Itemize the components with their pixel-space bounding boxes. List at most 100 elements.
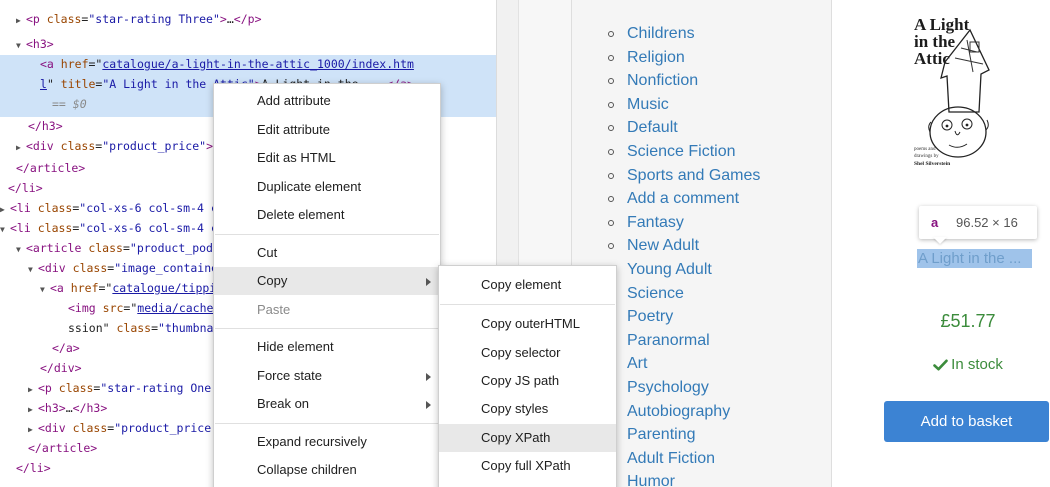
collapse-triangle-icon[interactable]: ▼ (0, 220, 10, 239)
submenu-item-copy-xpath[interactable]: Copy XPath (439, 423, 616, 452)
menu-item-cut[interactable]: Cut (214, 239, 440, 267)
menu-item-duplicate-element[interactable]: Duplicate element (214, 173, 440, 201)
submenu-item-copy-element[interactable]: Copy element (439, 271, 616, 299)
expand-triangle-icon[interactable]: ▶ (28, 380, 38, 399)
category-link-add-a-comment[interactable]: Add a comment (627, 189, 739, 209)
category-link-sports-and-games[interactable]: Sports and Games (627, 166, 760, 186)
list-bullet-icon (608, 78, 614, 85)
stock-status: In stock (918, 356, 1018, 373)
collapse-triangle-icon[interactable]: ▼ (16, 36, 26, 55)
category-link-adult-fiction[interactable]: Adult Fiction (627, 449, 715, 469)
code-token-attr: href (70, 281, 99, 295)
category-link-humor[interactable]: Humor (627, 472, 675, 487)
submenu-item-copy-outerhtml[interactable]: Copy outerHTML (439, 310, 616, 338)
menu-item-hide-element[interactable]: Hide element (214, 333, 440, 361)
expand-triangle-icon[interactable]: ▶ (16, 138, 26, 157)
category-link-religion[interactable]: Religion (627, 48, 685, 68)
code-token-tag: </article> (28, 441, 98, 455)
category-link-new-adult[interactable]: New Adult (627, 236, 699, 256)
submenu-item-copy-styles[interactable]: Copy styles (439, 395, 616, 423)
category-link-paranormal[interactable]: Paranormal (627, 331, 710, 351)
submenu-arrow-icon (426, 372, 431, 381)
menu-item-copy[interactable]: Copy (214, 267, 440, 295)
list-bullet-icon (608, 54, 614, 61)
submenu-item-copy-selector[interactable]: Copy selector (439, 339, 616, 367)
menu-item-break-on[interactable]: Break on (214, 390, 440, 418)
menu-separator (440, 304, 615, 306)
add-to-basket-button[interactable]: Add to basket (884, 401, 1049, 442)
expand-triangle-icon[interactable]: ▶ (16, 11, 26, 30)
code-token-tag: </div> (40, 361, 82, 375)
category-link-default[interactable]: Default (627, 118, 678, 138)
code-token-val: "product_pod" (129, 241, 220, 255)
menu-item-edit-attribute[interactable]: Edit attribute (214, 116, 440, 144)
category-link-parenting[interactable]: Parenting (627, 425, 696, 445)
category-link-psychology[interactable]: Psychology (627, 378, 709, 398)
code-token-link[interactable]: catalogue/a-light-in-the-attic_1000/inde… (102, 57, 414, 71)
expand-triangle-icon[interactable]: ▶ (28, 420, 38, 439)
category-link-autobiography[interactable]: Autobiography (627, 402, 730, 422)
menu-item-delete-element[interactable]: Delete element (214, 201, 440, 229)
inspect-tooltip: a 96.52 × 16 (919, 206, 1037, 239)
list-bullet-icon (608, 219, 614, 226)
category-link-nonfiction[interactable]: Nonfiction (627, 71, 698, 91)
product-title-link[interactable]: A Light in the ... (917, 249, 1032, 268)
menu-item-label: Edit as HTML (257, 150, 336, 165)
menu-separator (215, 233, 439, 235)
category-link-poetry[interactable]: Poetry (627, 307, 673, 327)
menu-item-add-attribute[interactable]: Add attribute (214, 87, 440, 115)
code-token-tag: </li> (8, 181, 43, 195)
dom-node-line[interactable]: ▶ <p class="star-rating Three">…</p> (0, 10, 496, 29)
category-link-science-fiction[interactable]: Science Fiction (627, 142, 736, 162)
expand-triangle-icon[interactable]: ▶ (0, 200, 10, 219)
list-bullet-icon (608, 149, 614, 155)
collapse-triangle-icon[interactable]: ▼ (40, 280, 50, 299)
menu-item-label: Break on (257, 396, 310, 411)
book-cover-image[interactable]: A Light in the Attic poems and drawings … (897, 0, 993, 184)
code-token-attr: class (116, 321, 152, 335)
menu-item-collapse-children[interactable]: Collapse children (214, 456, 440, 484)
category-link-art[interactable]: Art (627, 354, 647, 374)
code-token-tag: > (219, 12, 227, 26)
context-menu[interactable]: Add attribute Edit attribute Edit as HTML D… (213, 83, 441, 487)
code-token-val: "product_price" (102, 139, 207, 153)
code-token-link[interactable]: l (40, 77, 47, 91)
stock-status-label: In stock (951, 356, 1003, 373)
collapse-triangle-icon[interactable]: ▼ (28, 260, 38, 279)
menu-item-label: Paste (257, 301, 291, 317)
book-cover-illustration: A Light in the Attic poems and drawings … (897, 0, 993, 184)
menu-separator (215, 422, 439, 424)
menu-item-force-state[interactable]: Force state (214, 362, 440, 390)
code-token-val: "product_price" (114, 421, 219, 435)
collapse-triangle-icon[interactable]: ▼ (16, 240, 26, 259)
code-token-tag: <img (68, 301, 96, 315)
code-token-tag: > (206, 139, 213, 153)
menu-item-edit-as-html[interactable]: Edit as HTML (214, 144, 440, 172)
dom-node-line[interactable]: <a href="catalogue/a-light-in-the-attic_… (0, 55, 496, 74)
code-token-attr: class (60, 139, 96, 153)
submenu-item-copy-js-path[interactable]: Copy JS path (439, 367, 616, 395)
submenu-item-copy-full-xpath[interactable]: Copy full XPath (439, 452, 616, 480)
code-token-tag: <div (26, 139, 54, 153)
code-token-tag: <p (38, 381, 52, 395)
submenu-arrow-icon (426, 278, 431, 286)
copy-submenu[interactable]: Copy element Copy outerHTML Copy selector C… (438, 265, 617, 487)
category-link-music[interactable]: Music (627, 95, 669, 115)
code-token-attr: class (37, 221, 73, 235)
checkmark-icon (933, 359, 948, 371)
category-link-childrens[interactable]: Childrens (627, 24, 695, 44)
category-link-science[interactable]: Science (627, 284, 684, 304)
category-link-young-adult[interactable]: Young Adult (627, 260, 712, 280)
dom-node-line[interactable]: ▼ <h3> (0, 35, 496, 54)
cover-caption-line-3: Shel Silverstein (914, 161, 950, 167)
code-token-val: "star-rating One" (100, 381, 219, 395)
code-token-txt: … (65, 401, 73, 415)
code-token-tag: </article> (16, 161, 86, 175)
expand-triangle-icon[interactable]: ▶ (28, 400, 38, 419)
code-token-attr: class (46, 12, 82, 26)
menu-item-expand-recursively[interactable]: Expand recursively (214, 428, 440, 456)
category-link-fantasy[interactable]: Fantasy (627, 213, 684, 233)
